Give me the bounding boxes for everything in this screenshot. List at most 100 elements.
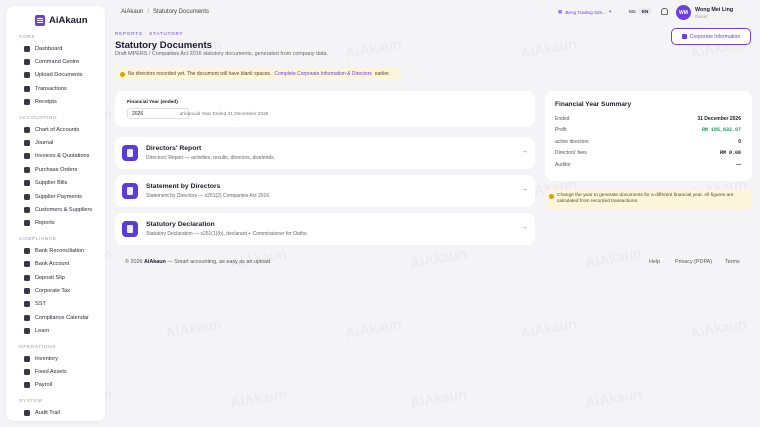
- company-name: Beng Trading Sdn...: [565, 9, 606, 15]
- sidebar-item[interactable]: Supplier Payments: [6, 190, 105, 203]
- watermark-text: AiAkaun: [229, 385, 288, 411]
- bell-icon[interactable]: [661, 8, 668, 15]
- watermark-text: AiAkaun: [584, 245, 643, 271]
- summary-label: Auditor: [555, 162, 571, 168]
- sidebar-item[interactable]: Compliance Calendar: [6, 311, 105, 324]
- document-title: Statement by Directors: [146, 183, 221, 190]
- watermark-text: AiAkaun: [519, 315, 578, 341]
- document-description: Directors' Report — activities, results,…: [146, 155, 276, 161]
- sidebar-item[interactable]: Deposit Slip: [6, 271, 105, 284]
- footer-copyright: © 2026: [125, 259, 143, 265]
- sidebar-item[interactable]: Bank Reconciliation: [6, 244, 105, 257]
- document-icon: [122, 221, 138, 237]
- sidebar-item[interactable]: Supplier Bills: [6, 177, 105, 190]
- sidebar-item-label: Supplier Bills: [35, 180, 68, 187]
- avatar[interactable]: WM: [676, 5, 691, 20]
- financial-year-value: 2026: [132, 111, 144, 117]
- sidebar-section-label: OPERATIONS: [19, 344, 57, 350]
- company-switcher[interactable]: ▦ Beng Trading Sdn... ▾: [558, 9, 611, 15]
- document-card[interactable]: Statement by Directors Statement by Direc…: [115, 175, 535, 207]
- sidebar-item-label: Receipts: [35, 99, 57, 106]
- logo-icon: [35, 14, 45, 26]
- user-menu[interactable]: Wong Mei Ling Owner: [695, 7, 733, 19]
- sidebar-item[interactable]: Corporate Tax: [6, 284, 105, 297]
- financial-year-ended: Financial Year Ended 31 December 2026: [181, 112, 269, 117]
- footer-terms-link[interactable]: Terms: [725, 259, 740, 265]
- document-card[interactable]: Statutory Declaration Statutory Declarati…: [115, 213, 535, 245]
- dashboard-icon: [24, 45, 30, 52]
- calendar-icon: [24, 314, 30, 321]
- sidebar-item[interactable]: Transactions: [6, 82, 105, 95]
- footer-brand: AiAkaun: [143, 259, 166, 265]
- sidebar-item[interactable]: Audit Trail: [6, 406, 105, 419]
- building-icon: [681, 34, 687, 39]
- lang-en-button[interactable]: EN: [638, 8, 652, 15]
- sidebar-item[interactable]: Bank Account: [6, 257, 105, 270]
- sidebar-item[interactable]: Inventory: [6, 352, 105, 365]
- financial-year-card: Financial Year (ended) 2026 ⌄ Financial …: [115, 91, 535, 127]
- brand[interactable]: AiAkaun: [6, 6, 105, 28]
- payment-icon: [24, 193, 30, 200]
- sidebar-item[interactable]: Invoices & Quotations: [6, 150, 105, 163]
- user-name: Wong Mei Ling: [695, 7, 734, 13]
- document-icon: [122, 183, 138, 199]
- sidebar-nav: CORE Dashboard Command Centre Upload Docume…: [6, 34, 105, 419]
- sidebar-item[interactable]: Journal: [6, 136, 105, 149]
- sidebar-item[interactable]: Fixed Assets: [6, 365, 105, 378]
- sidebar-item-label: Transactions: [35, 85, 67, 92]
- sidebar-item-label: Invoices & Quotations: [35, 153, 90, 160]
- command-icon: [24, 59, 30, 66]
- corporate-information-button[interactable]: Corporate Information: [671, 28, 751, 45]
- sidebar-item[interactable]: Customers & Suppliers: [6, 203, 105, 216]
- sidebar-item-label: SST: [35, 301, 46, 308]
- sidebar-item[interactable]: Upload Documents: [6, 69, 105, 82]
- sidebar-item-label: Corporate Tax: [35, 287, 71, 294]
- bank-icon: [24, 261, 30, 268]
- sidebar-item[interactable]: Reports: [6, 217, 105, 230]
- sidebar-item[interactable]: Learn: [6, 324, 105, 337]
- financial-year-select[interactable]: 2026 ⌄: [127, 108, 189, 119]
- document-card[interactable]: Directors' Report Directors' Report — act…: [115, 137, 535, 169]
- lang-ms-button[interactable]: MS: [626, 8, 639, 15]
- summary-row: Profit RM 185,632.07: [555, 127, 741, 133]
- sidebar-item-label: Upload Documents: [35, 72, 83, 79]
- sidebar-item[interactable]: Receipts: [6, 96, 105, 109]
- footer-help-link[interactable]: Help: [649, 259, 660, 265]
- sidebar-item-label: Learn: [35, 328, 50, 335]
- sidebar-section-label: ACCOUNTING: [19, 115, 58, 121]
- sidebar-item-label: Journal: [35, 140, 54, 147]
- financial-year-summary: Financial Year Summary Ended 31 December …: [545, 91, 752, 181]
- sidebar-item[interactable]: Command Centre: [6, 55, 105, 68]
- sidebar-item-label: Customers & Suppliers: [35, 206, 93, 213]
- watermark-text: AiAkaun: [344, 35, 403, 61]
- sidebar-item-label: Payroll: [35, 382, 53, 389]
- footer-privacy-link[interactable]: Privacy (PDPA): [675, 259, 712, 265]
- summary-row: active directors 0: [555, 139, 741, 145]
- tax-icon: [24, 287, 30, 294]
- sidebar-item-label: Chart of Accounts: [35, 126, 80, 133]
- summary-label: Directors' fees: [555, 150, 587, 156]
- sidebar-item[interactable]: Purchase Orders: [6, 163, 105, 176]
- sidebar-item[interactable]: Dashboard: [6, 42, 105, 55]
- summary-title: Financial Year Summary: [555, 101, 632, 108]
- document-description: Statement by Directors — s251(2) Compani…: [146, 193, 270, 199]
- chart-icon: [24, 126, 30, 133]
- sidebar-item[interactable]: SST: [6, 298, 105, 311]
- invoice-icon: [24, 153, 30, 160]
- footer: © 2026 AiAkaun — Smart accounting, as ea…: [125, 259, 272, 265]
- sidebar-item-label: Command Centre: [35, 59, 80, 66]
- breadcrumb-home[interactable]: AiAkaun: [121, 9, 143, 15]
- document-title: Statutory Declaration: [146, 221, 215, 228]
- chevron-down-icon: ▾: [608, 9, 612, 14]
- note-text: Change the year to generate documents fo…: [557, 193, 734, 204]
- arrow-right-icon: →: [521, 148, 528, 155]
- footer-tagline: — Smart accounting, as easy as an upload…: [167, 259, 272, 265]
- complete-corporate-info-link[interactable]: Complete Corporate Information & Directo…: [274, 71, 372, 77]
- sidebar-item-label: Deposit Slip: [35, 274, 65, 281]
- sidebar-item-label: Fixed Assets: [35, 368, 67, 375]
- breadcrumb: AiAkaun / Statutory Documents: [121, 9, 209, 15]
- sidebar: AiAkaun CORE Dashboard Command Centre Uploa…: [6, 6, 105, 421]
- summary-label: active directors: [555, 139, 589, 145]
- sidebar-item[interactable]: Payroll: [6, 379, 105, 392]
- sidebar-item[interactable]: Chart of Accounts: [6, 123, 105, 136]
